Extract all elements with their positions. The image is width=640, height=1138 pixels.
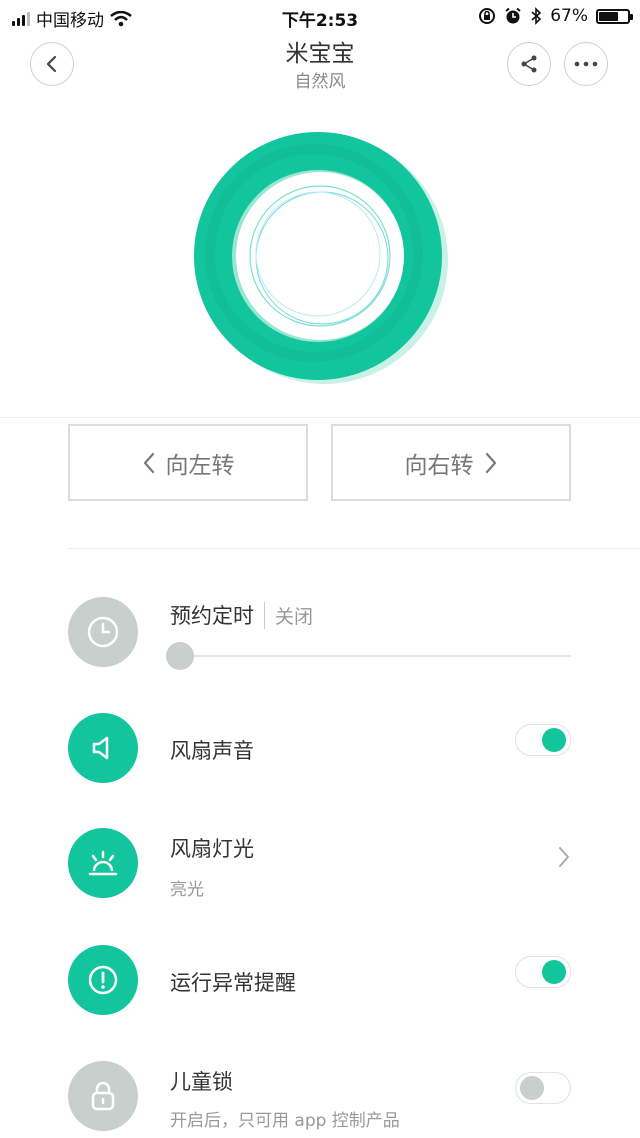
child-lock-toggle[interactable] [515,1072,571,1104]
status-bar: 中国移动 下午2:53 67% [0,0,640,34]
toggle-knob [520,1076,544,1100]
chevron-right-icon[interactable] [557,845,571,869]
alert-icon [88,965,118,995]
nav-bar: 米宝宝 自然风 [0,34,640,100]
more-button[interactable] [564,42,608,86]
timer-slider-knob[interactable] [166,642,194,670]
battery-icon [596,8,633,24]
turn-left-label: 向左转 [165,452,235,479]
sound-toggle[interactable] [515,724,571,756]
timer-icon-circle[interactable] [68,597,138,667]
light-subtitle: 亮光 [170,880,204,900]
sound-icon-circle [68,713,138,783]
timer-row[interactable]: 预约定时 关闭 [170,600,313,630]
toggle-knob [542,960,566,984]
turn-right-button[interactable]: 向右转 [331,424,571,501]
alarm-icon [505,7,521,24]
clock-icon [87,616,119,648]
battery-percent: 67% [550,6,588,26]
turn-right-label: 向右转 [404,452,474,479]
alert-title: 运行异常提醒 [170,971,296,995]
fan-ring-visual [190,120,450,390]
section-divider [0,417,640,418]
section-divider [68,548,640,549]
child-lock-subtitle: 开启后，只可用 app 控制产品 [170,1111,400,1131]
status-right: 67% [478,6,633,26]
sound-title: 风扇声音 [170,739,254,763]
share-button[interactable] [507,42,551,86]
timer-title: 预约定时 [170,604,254,628]
chevron-right-icon [485,452,496,473]
share-icon [521,55,537,73]
chevron-left-icon [143,452,154,473]
timer-status: 关闭 [264,602,313,629]
turn-left-button[interactable]: 向左转 [68,424,308,501]
toggle-knob [542,728,566,752]
more-icon [574,61,598,67]
bluetooth-icon [531,7,542,25]
battery-fill [599,11,618,21]
speaker-icon [92,736,109,760]
child-lock-icon-circle [68,1061,138,1131]
alert-toggle[interactable] [515,956,571,988]
lock-icon [91,1081,115,1111]
light-icon [88,850,118,876]
light-icon-circle [68,828,138,898]
child-lock-title: 儿童锁 [170,1070,233,1094]
timer-slider-track[interactable] [180,655,571,657]
alert-icon-circle [68,945,138,1015]
lock-rotation-icon [479,8,496,24]
light-title: 风扇灯光 [170,837,254,861]
